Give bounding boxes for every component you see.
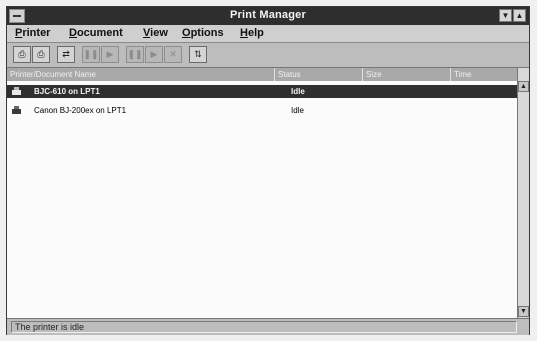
column-time[interactable]: Time <box>451 68 517 81</box>
menu-view[interactable]: View <box>143 27 168 39</box>
printer-row-bjc610[interactable]: BJC-610 on LPT1 Idle <box>7 85 517 98</box>
share-printer-icon[interactable]: ⇄ <box>57 46 75 63</box>
menu-printer[interactable]: Printer <box>15 27 50 39</box>
menu-view-label: iew <box>150 27 168 39</box>
printer-status: Idle <box>291 87 305 96</box>
printer-icon <box>12 87 21 95</box>
printer-name: Canon BJ-200ex on LPT1 <box>34 106 127 115</box>
menu-options-label: ptions <box>190 27 224 39</box>
status-text: The printer is idle <box>11 321 517 333</box>
menu-help[interactable]: Help <box>240 27 264 39</box>
column-size[interactable]: Size <box>363 68 451 81</box>
vertical-scrollbar[interactable]: ▲ ▼ <box>517 68 529 318</box>
resume-printer-icon[interactable]: ▶ <box>101 46 119 63</box>
title-bar[interactable]: Print Manager ▼ ▲ <box>7 7 529 25</box>
menu-help-mnemonic: H <box>240 27 248 39</box>
column-header: Printer/Document Name Status Size Time <box>7 68 517 82</box>
menu-bar: Printer Document View Options Help <box>7 25 529 43</box>
window-title: Print Manager <box>230 9 306 21</box>
minimize-button[interactable]: ▼ <box>499 9 512 22</box>
menu-printer-label: rinter <box>22 27 51 39</box>
pause-printer-icon[interactable]: ❚❚ <box>82 46 100 63</box>
maximize-button[interactable]: ▲ <box>513 9 526 22</box>
menu-options[interactable]: Options <box>182 27 224 39</box>
printer-row-canon[interactable]: Canon BJ-200ex on LPT1 Idle <box>7 104 517 117</box>
toolbar: ⎙ ⎙ ⇄ ❚❚ ▶ ❚❚ ▶ ✕ ⇅ <box>7 43 529 68</box>
printer-properties-icon[interactable]: ⎙ <box>13 46 31 63</box>
delete-document-icon[interactable]: ✕ <box>164 46 182 63</box>
printer-name: BJC-610 on LPT1 <box>34 87 100 96</box>
printer-icon <box>12 106 21 114</box>
pause-document-icon[interactable]: ❚❚ <box>126 46 144 63</box>
scroll-down-button[interactable]: ▼ <box>518 306 529 317</box>
menu-document[interactable]: Document <box>69 27 123 39</box>
menu-document-mnemonic: D <box>69 27 77 39</box>
move-document-icon[interactable]: ⇅ <box>189 46 207 63</box>
menu-document-label: ocument <box>76 27 123 39</box>
printer-status: Idle <box>291 106 304 115</box>
connect-printer-icon[interactable]: ⎙ <box>32 46 50 63</box>
scroll-up-button[interactable]: ▲ <box>518 81 529 92</box>
printer-list: BJC-610 on LPT1 Idle Canon BJ-200ex on L… <box>7 81 517 318</box>
menu-help-label: elp <box>247 27 264 39</box>
print-manager-window: Print Manager ▼ ▲ Printer Document View … <box>6 6 530 335</box>
column-status[interactable]: Status <box>275 68 363 81</box>
column-name[interactable]: Printer/Document Name <box>7 68 275 81</box>
status-bar: The printer is idle <box>7 318 529 335</box>
menu-options-mnemonic: O <box>182 27 191 39</box>
resume-document-icon[interactable]: ▶ <box>145 46 163 63</box>
